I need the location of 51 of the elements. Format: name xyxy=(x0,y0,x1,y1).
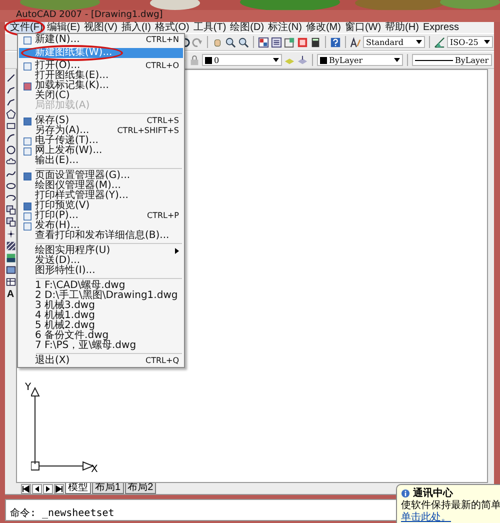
balloon-title: 通讯中心 xyxy=(413,488,453,499)
menu-item[interactable]: 发送(D)... xyxy=(19,256,183,266)
menu-item[interactable]: 打印(P)... CTRL+P xyxy=(19,211,183,221)
menu-item[interactable]: 关闭(C) xyxy=(19,91,183,101)
menu-item[interactable]: 电子传递(T)... xyxy=(19,136,183,146)
menu-item[interactable]: 新建(N)... CTRL+N xyxy=(19,35,183,45)
menu-item[interactable]: 网上发布(W)... xyxy=(19,146,183,156)
axis-label: X xyxy=(91,464,98,475)
menu-item[interactable]: 退出(X) CTRL+Q xyxy=(19,356,183,366)
text-tool[interactable]: A xyxy=(6,289,14,300)
menu-item[interactable]: 工具(T) xyxy=(191,22,228,33)
menu-item[interactable]: 窗口(W) xyxy=(342,22,384,33)
menu-item[interactable]: 3 机械3.dwg xyxy=(19,301,183,311)
menu-item[interactable]: 查看打印和发布详细信息(B)... xyxy=(19,231,183,241)
menu-item[interactable]: 打印预览(V) xyxy=(19,201,183,211)
balloon-link[interactable]: 单击此处。 xyxy=(401,512,500,523)
menu-item[interactable]: 发布(H)... xyxy=(19,221,183,231)
axis-label: Y xyxy=(25,382,32,393)
menu-item[interactable]: 帮助(H) xyxy=(383,22,421,33)
dimension-style-dropdown[interactable]: ISO-25 xyxy=(447,36,493,48)
menu-item[interactable]: 标注(N) xyxy=(266,22,304,33)
menu-item[interactable]: 5 机械2.dwg xyxy=(19,321,183,331)
menu-item[interactable]: 编辑(E) xyxy=(44,22,82,33)
menu-item[interactable]: 视图(V) xyxy=(82,22,120,33)
color-dropdown[interactable]: ByLayer xyxy=(317,54,403,66)
menu-item[interactable]: 7 F:\PS，亚\螺母.dwg xyxy=(19,341,183,351)
menu-item[interactable]: 加载标记集(K)... xyxy=(19,81,183,91)
menu-item[interactable]: 格式(O) xyxy=(152,22,192,33)
menu-item[interactable]: 打印样式管理器(Y)... xyxy=(19,191,183,201)
menu-item[interactable]: 另存为(A)... CTRL+SHIFT+S xyxy=(19,126,183,136)
text-style-dropdown[interactable]: Standard xyxy=(363,36,425,48)
menu-item[interactable]: 2 D:\手工\黑图\Drawing1.dwg xyxy=(19,291,183,301)
menu-item[interactable]: 4 机械1.dwg xyxy=(19,311,183,321)
menu-item[interactable]: 打开(O)... CTRL+O xyxy=(19,61,183,71)
menu-item[interactable]: 绘图仪管理器(M)... xyxy=(19,181,183,191)
menu-item[interactable]: 页面设置管理器(G)... xyxy=(19,171,183,181)
menu-item[interactable]: 插入(I) xyxy=(119,22,153,33)
menu-item[interactable]: Express xyxy=(420,22,462,33)
menu-item[interactable]: 1 F:\CAD\螺母.dwg xyxy=(19,281,183,291)
menu-item[interactable]: 保存(S) CTRL+S xyxy=(19,116,183,126)
menu-item[interactable]: 绘图(D) xyxy=(228,22,266,33)
menu-item[interactable]: 6 备份文件.dwg xyxy=(19,331,183,341)
layer-dropdown[interactable]: 0 xyxy=(202,54,282,66)
menu-item[interactable]: 打开图纸集(E)... xyxy=(19,71,183,81)
menu-item[interactable]: 输出(E)... xyxy=(19,156,183,166)
linetype-dropdown[interactable]: ByLayer xyxy=(412,54,492,66)
menu-item[interactable]: 修改(M) xyxy=(304,22,343,33)
window-title: AutoCAD 2007 - [Drawing1.dwg] xyxy=(16,10,163,21)
menu-item[interactable]: 图形特性(I)... xyxy=(19,266,183,276)
menu-item[interactable]: 绘图实用程序(U) xyxy=(19,246,183,256)
command-line: 命令: _newsheetset xyxy=(10,508,114,519)
